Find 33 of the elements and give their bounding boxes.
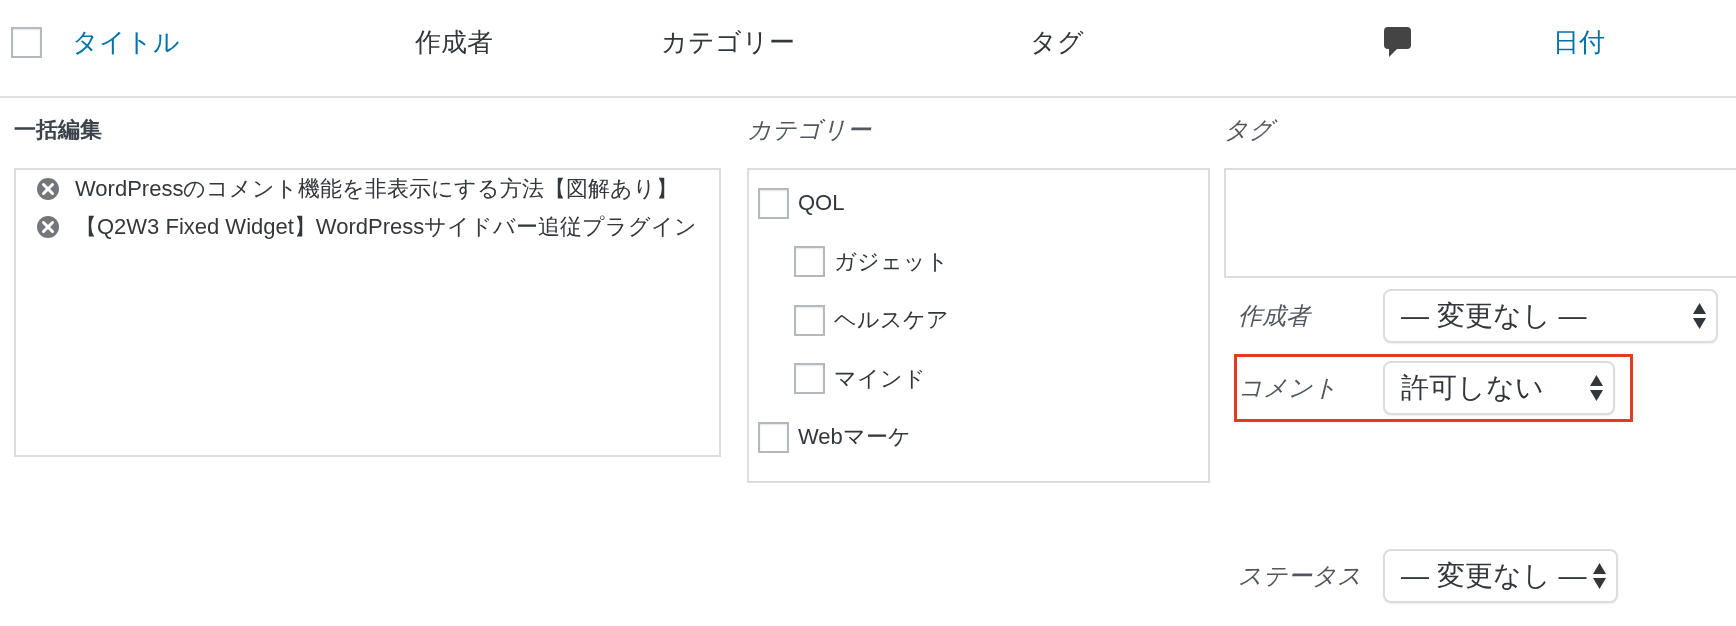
category-label: マインド bbox=[834, 364, 926, 393]
up-down-arrows-icon bbox=[1590, 375, 1603, 401]
column-header: 作成者 bbox=[415, 25, 493, 59]
field-label: コメント bbox=[1238, 373, 1339, 403]
dropdown[interactable]: — 変更なし — bbox=[1383, 549, 1618, 603]
up-down-arrows-icon bbox=[1592, 563, 1606, 589]
column-header-link[interactable]: タイトル bbox=[72, 24, 180, 60]
tags-textarea[interactable] bbox=[1224, 168, 1736, 278]
column-header: カテゴリー bbox=[661, 25, 795, 59]
column-header-link[interactable]: 日付 bbox=[1553, 24, 1605, 60]
category-label: QOL bbox=[798, 190, 845, 217]
category-label: Webマーケ bbox=[798, 423, 911, 452]
post-title: 【Q2W3 Fixed Widget】WordPressサイドバー追従プラグイン bbox=[75, 213, 698, 241]
section-title: 一括編集 bbox=[14, 116, 102, 144]
category-label: ヘルスケア bbox=[834, 306, 949, 335]
category-label: ガジェット bbox=[834, 247, 949, 276]
x-circle-icon[interactable] bbox=[37, 216, 59, 238]
checkbox[interactable] bbox=[758, 187, 789, 219]
field-label: 作成者 bbox=[1238, 301, 1313, 331]
checkbox[interactable] bbox=[758, 421, 789, 453]
column-header: タグ bbox=[1030, 25, 1084, 59]
section-label: カテゴリー bbox=[747, 115, 871, 145]
dropdown[interactable]: — 変更なし — bbox=[1383, 289, 1718, 343]
checkbox[interactable] bbox=[11, 26, 42, 58]
field-label: ステータス bbox=[1238, 561, 1363, 591]
checkbox[interactable] bbox=[794, 304, 825, 336]
post-title: WordPressのコメント機能を非表示にする方法【図解あり】 bbox=[75, 175, 679, 203]
checkbox[interactable] bbox=[794, 246, 825, 278]
up-down-arrows-icon bbox=[1693, 303, 1706, 329]
checkbox[interactable] bbox=[794, 363, 825, 395]
comment-bubble-icon[interactable] bbox=[1384, 27, 1411, 57]
dropdown[interactable]: 許可しない bbox=[1383, 361, 1615, 415]
x-circle-icon[interactable] bbox=[37, 178, 59, 200]
